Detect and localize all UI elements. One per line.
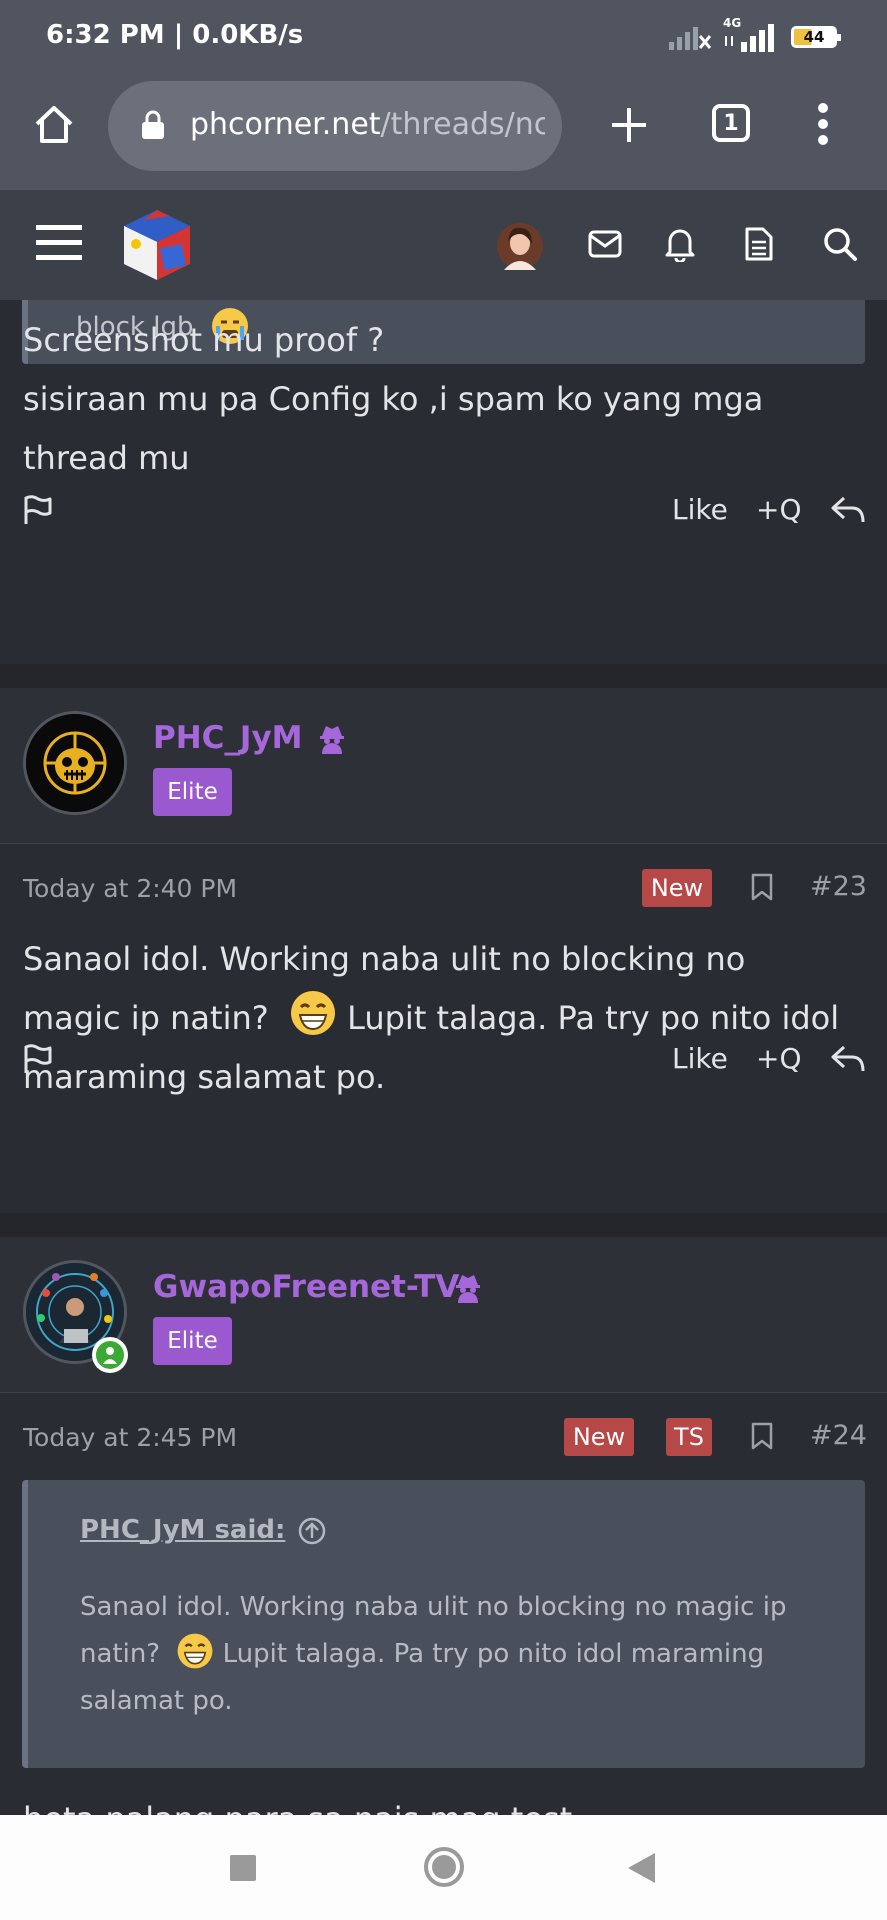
quote-button[interactable]: +Q — [756, 1042, 802, 1075]
quote-body: Sanaol idol. Working naba ulit no blocki… — [80, 1584, 840, 1725]
system-indicators: 4G 44 — [669, 16, 841, 54]
incognito-icon — [456, 1275, 480, 1303]
like-button[interactable]: Like — [672, 493, 728, 526]
hamburger-menu-icon[interactable] — [36, 223, 82, 263]
status-time: 6:32 PM | 0.0KB/s — [46, 20, 304, 50]
quote-button[interactable]: +Q — [756, 493, 802, 526]
post-line: Screenshot mu proof ? — [23, 321, 385, 359]
new-badge: New — [564, 1418, 634, 1456]
url-host: phcorner.net — [190, 107, 381, 142]
post-meta: Today at 2:45 PM New TS #24 — [0, 1392, 887, 1483]
quote-text-segment: natin? — [80, 1639, 161, 1669]
search-icon[interactable] — [822, 226, 858, 262]
home-nav-icon[interactable] — [423, 1846, 465, 1888]
online-status-icon — [92, 1337, 128, 1373]
user-title-badge: Elite — [153, 1317, 232, 1365]
quote-author-link[interactable]: PHC_JyM said: — [80, 1515, 285, 1545]
like-button[interactable]: Like — [672, 1042, 728, 1075]
wifi-signal-icon — [669, 27, 711, 50]
back-nav-icon[interactable] — [625, 1851, 657, 1885]
whats-new-icon[interactable] — [744, 226, 774, 262]
recent-apps-icon[interactable] — [228, 1853, 258, 1883]
url-path: /threads/nc — [380, 107, 545, 142]
bookmark-icon[interactable] — [750, 1421, 774, 1451]
post-body: Screenshot mu proof ? sisiraan mu pa Con… — [23, 311, 873, 488]
quote-block: PHC_JyM said: Sanaol idol. Working naba … — [22, 1480, 865, 1768]
tab-switcher-button[interactable]: 1 — [712, 104, 750, 142]
report-flag-icon[interactable] — [22, 1043, 54, 1075]
post-separator — [0, 1213, 887, 1237]
post-actions: Like +Q — [0, 480, 887, 540]
system-navigation-bar — [0, 1815, 887, 1920]
reply-icon[interactable] — [830, 1043, 866, 1075]
go-to-quoted-post-icon[interactable] — [298, 1517, 326, 1545]
report-flag-icon[interactable] — [22, 494, 54, 526]
post-number[interactable]: #23 — [810, 871, 867, 902]
browser-toolbar: phcorner.net/threads/nc 1 — [0, 78, 887, 190]
more-options-icon[interactable] — [816, 102, 830, 146]
cell-signal-icon: 4G — [723, 16, 779, 54]
user-avatar[interactable] — [496, 222, 544, 270]
status-bar: 6:32 PM | 0.0KB/s 4G 44 — [0, 0, 887, 78]
home-icon[interactable] — [32, 102, 76, 146]
thread-starter-badge: TS — [666, 1418, 712, 1456]
post-date[interactable]: Today at 2:40 PM — [23, 874, 237, 903]
quote-text-segment: Lupit talaga. Pa try po nito idol marami… — [214, 1639, 765, 1669]
poster-avatar[interactable] — [23, 711, 127, 815]
reply-icon[interactable] — [830, 494, 866, 526]
post-line: sisiraan mu pa Config ko ,i spam ko yang… — [23, 380, 764, 418]
post-line: Sanaol idol. Working naba ulit no blocki… — [23, 940, 746, 978]
post-number[interactable]: #24 — [810, 1420, 867, 1451]
post-actions: Like +Q — [0, 1029, 887, 1089]
notifications-bell-icon[interactable] — [664, 226, 696, 262]
url-bar[interactable]: phcorner.net/threads/nc — [108, 81, 562, 171]
username[interactable]: PHC_JyM — [153, 720, 303, 756]
quote-line: salamat po. — [80, 1686, 233, 1716]
site-header — [0, 190, 887, 300]
bookmark-icon[interactable] — [750, 872, 774, 902]
quote-line: Sanaol idol. Working naba ulit no blocki… — [80, 1592, 787, 1622]
grin-emoji-icon — [177, 1633, 213, 1669]
incognito-icon — [320, 726, 344, 754]
battery-icon: 44 — [791, 26, 841, 48]
quote-line: natin? Lupit talaga. Pa try po nito idol… — [80, 1631, 840, 1678]
post-separator — [0, 664, 887, 688]
username[interactable]: GwapoFreenet-TV — [153, 1269, 459, 1305]
new-badge: New — [642, 869, 712, 907]
new-tab-icon[interactable] — [608, 104, 650, 146]
messages-icon[interactable] — [588, 230, 622, 258]
user-info: PHC_JyM Elite — [0, 688, 887, 843]
post-meta: Today at 2:40 PM New #23 — [0, 843, 887, 934]
post-date[interactable]: Today at 2:45 PM — [23, 1423, 237, 1452]
user-info: GwapoFreenet-TV Elite — [0, 1237, 887, 1392]
lock-icon — [142, 110, 164, 139]
thread-content: block lgb Screenshot mu proof ? sisiraan… — [0, 300, 887, 1815]
post-body-partial: beta palang para sa nais mag test — [23, 1790, 873, 1815]
user-title-badge: Elite — [153, 768, 232, 816]
tab-count: 1 — [723, 111, 739, 136]
site-logo-icon[interactable] — [118, 206, 196, 284]
